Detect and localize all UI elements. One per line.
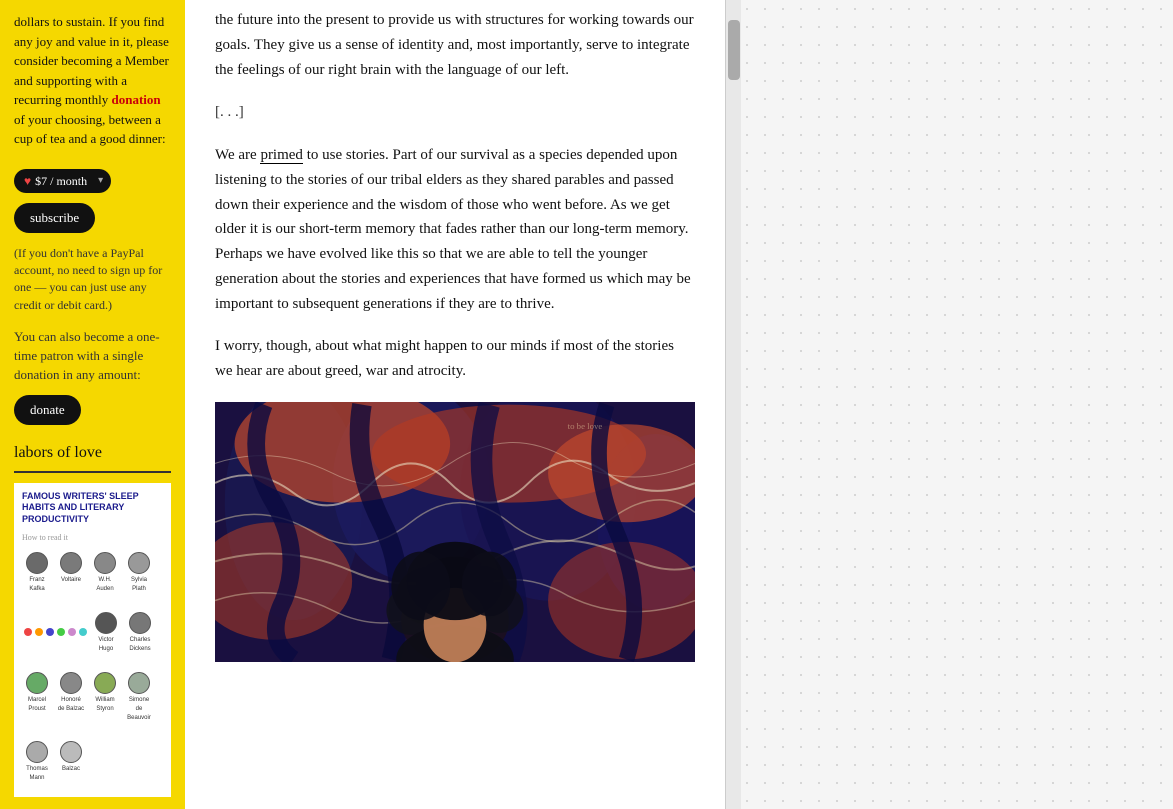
writer-dot-2: Voltaire [56, 552, 86, 594]
writer-dot-12: Balzac [56, 741, 86, 783]
labors-thumbnail[interactable]: FAMOUS WRITERS' SLEEP HABITS AND LITERAR… [14, 483, 171, 797]
donation-amount-select[interactable]: $3 / month $5 / month $7 / month $10 / m… [35, 174, 94, 188]
writer-dot-11: ThomasMann [22, 741, 52, 783]
article-paragraph-3: We are primed to use stories. Part of ou… [215, 143, 695, 316]
main-content-area: the future into the present to provide u… [185, 0, 725, 809]
one-time-donation-text: You can also become a one-time patron wi… [14, 328, 171, 385]
scrollbar-thumb[interactable] [728, 20, 740, 80]
infographic-content: FAMOUS WRITERS' SLEEP HABITS AND LITERAR… [14, 483, 171, 797]
labors-of-love-heading: labors of love [14, 441, 171, 465]
writer-dot-5: VictorHugo [91, 612, 121, 654]
sidebar: dollars to sustain. If you find any joy … [0, 0, 185, 809]
donation-select-wrapper[interactable]: ♥ $3 / month $5 / month $7 / month $10 /… [14, 169, 111, 193]
infographic-writer-dots: FranzKafka Voltaire W.H.Auden SylviaPlat… [22, 552, 163, 789]
subscribe-button[interactable]: subscribe [14, 203, 95, 233]
infographic-title: FAMOUS WRITERS' SLEEP HABITS AND LITERAR… [22, 491, 163, 526]
labors-divider [14, 471, 171, 473]
primed-word: primed [260, 147, 303, 164]
paypal-note: (If you don't have a PayPal account, no … [14, 245, 171, 315]
svg-text:to be love: to be love [568, 421, 603, 431]
article-paragraph-1: the future into the present to provide u… [215, 8, 695, 82]
writer-dot-4: SylviaPlath [124, 552, 154, 594]
donate-button[interactable]: donate [14, 395, 81, 425]
article-image-container: to be love [215, 402, 695, 662]
article-image: to be love [215, 402, 695, 662]
writer-dot-9: WilliamStyron [90, 672, 120, 723]
donation-link[interactable]: donation [111, 92, 160, 107]
article-paragraph-4: I worry, though, about what might happen… [215, 334, 695, 384]
writer-dot-8: Honoréde Balzac [56, 672, 86, 723]
writer-dot-1: FranzKafka [22, 552, 52, 594]
infographic-how-label: How to read it [22, 532, 163, 544]
article-body: the future into the present to provide u… [215, 0, 695, 384]
abstract-art-svg: to be love [215, 402, 695, 662]
writer-dot-3: W.H.Auden [90, 552, 120, 594]
article-ellipsis: [. . .] [215, 100, 695, 125]
writer-dot-6: CharlesDickens [125, 612, 155, 654]
intro-text-end: of your choosing, between a cup of tea a… [14, 112, 166, 147]
writer-dot-10: Simonede Beauvoir [124, 672, 154, 723]
sidebar-intro-text: dollars to sustain. If you find any joy … [14, 12, 171, 149]
select-arrow-icon: ▾ [98, 173, 103, 188]
writer-dot-7: MarcelProust [22, 672, 52, 723]
right-scrollbar[interactable] [725, 0, 741, 809]
heart-icon: ♥ [24, 172, 31, 190]
